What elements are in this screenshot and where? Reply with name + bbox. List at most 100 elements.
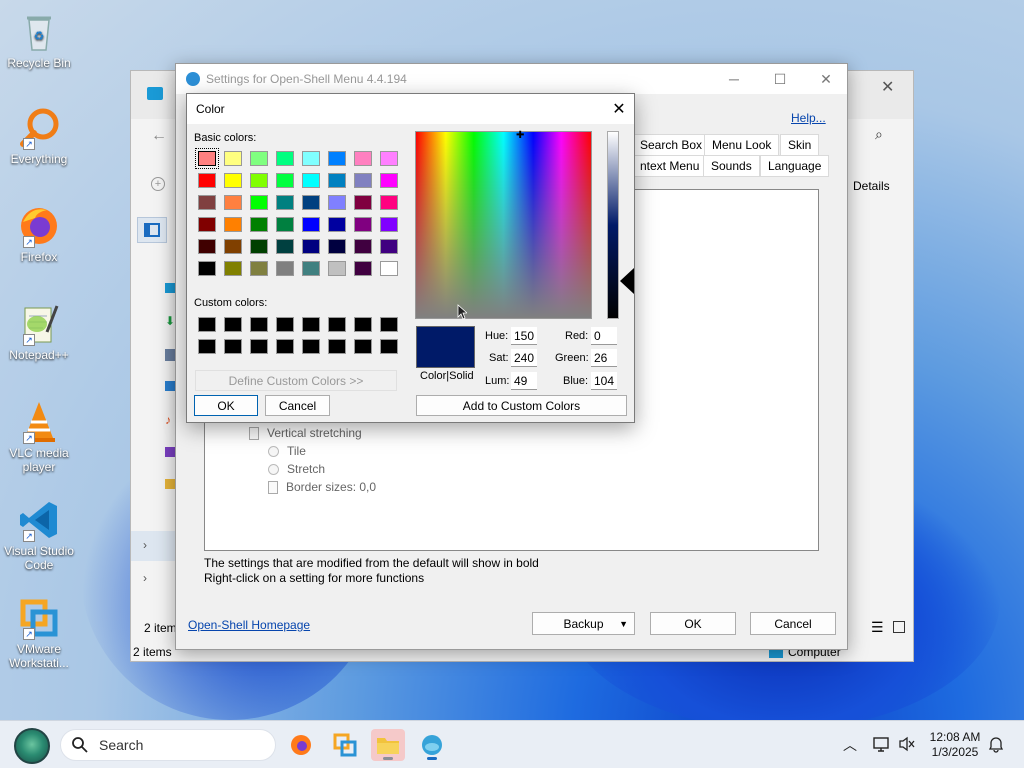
basic-color-swatch[interactable] — [354, 239, 372, 254]
hue-input[interactable]: 150 — [511, 327, 537, 345]
basic-color-swatch[interactable] — [276, 151, 294, 166]
settings-ok-button[interactable]: OK — [650, 612, 736, 635]
add-to-custom-colors-button[interactable]: Add to Custom Colors — [416, 395, 627, 416]
basic-color-swatch[interactable] — [302, 261, 320, 276]
new-item-icon[interactable]: + — [151, 177, 165, 191]
basic-color-swatch[interactable] — [328, 173, 346, 188]
define-custom-colors-button[interactable]: Define Custom Colors >> — [195, 370, 397, 391]
basic-color-swatch[interactable] — [250, 173, 268, 188]
basic-color-swatch[interactable] — [380, 195, 398, 210]
custom-color-swatch[interactable] — [328, 339, 346, 354]
stretch-radio[interactable] — [268, 463, 279, 475]
basic-color-swatch[interactable] — [354, 217, 372, 232]
tiles-view-icon[interactable] — [893, 621, 905, 633]
desktop-icon-vlc[interactable]: ↗ VLC media player — [4, 400, 74, 474]
system-clock[interactable]: 12:08 AM 1/3/2025 — [920, 730, 990, 760]
basic-color-swatch[interactable] — [302, 151, 320, 166]
sat-input[interactable]: 240 — [511, 349, 537, 367]
basic-color-swatch[interactable] — [276, 239, 294, 254]
border-sizes-item[interactable]: Border sizes: 0,0 — [268, 480, 376, 494]
custom-color-swatch[interactable] — [380, 317, 398, 332]
tab-menu-look[interactable]: Menu Look — [704, 134, 780, 156]
tile-radio[interactable] — [268, 445, 279, 457]
open-shell-homepage-link[interactable]: Open-Shell Homepage — [188, 618, 310, 632]
custom-color-swatch[interactable] — [302, 317, 320, 332]
luminosity-slider[interactable] — [607, 131, 619, 319]
basic-color-swatch[interactable] — [224, 261, 242, 276]
taskbar-firefox[interactable] — [284, 729, 318, 761]
taskbar-search[interactable]: Search — [60, 729, 276, 761]
lum-input[interactable]: 49 — [511, 372, 537, 390]
green-input[interactable]: 26 — [591, 349, 617, 367]
custom-color-swatch[interactable] — [276, 339, 294, 354]
basic-color-swatch[interactable] — [198, 173, 216, 188]
taskbar-open-shell[interactable] — [415, 729, 449, 761]
color-spectrum[interactable]: ✚ — [415, 130, 592, 319]
basic-color-swatch[interactable] — [328, 151, 346, 166]
basic-color-swatch[interactable] — [276, 195, 294, 210]
backup-button[interactable]: Backup ▼ — [532, 612, 635, 635]
basic-color-swatch[interactable] — [250, 195, 268, 210]
basic-color-swatch[interactable] — [224, 151, 242, 166]
this-pc-row[interactable]: › — [131, 531, 175, 561]
red-input[interactable]: 0 — [591, 327, 617, 345]
explorer-search-icon[interactable]: ⌕ — [875, 126, 883, 143]
tab-sounds[interactable]: Sounds — [703, 155, 760, 177]
details-button[interactable]: Details — [853, 179, 890, 193]
basic-color-swatch[interactable] — [276, 217, 294, 232]
stretch-option[interactable]: Stretch — [268, 462, 325, 476]
basic-color-swatch[interactable] — [224, 195, 242, 210]
desktop-icon-firefox[interactable]: ↗ Firefox — [4, 204, 74, 264]
basic-color-swatch[interactable] — [328, 261, 346, 276]
basic-color-swatch[interactable] — [328, 239, 346, 254]
basic-color-swatch[interactable] — [276, 173, 294, 188]
custom-color-swatch[interactable] — [276, 317, 294, 332]
desktop-icon-recycle-bin[interactable]: ♻ Recycle Bin — [4, 10, 74, 70]
custom-color-swatch[interactable] — [328, 317, 346, 332]
desktop-icon-vmware[interactable]: ↗ VMware Workstati... — [4, 596, 74, 670]
color-cancel-button[interactable]: Cancel — [265, 395, 330, 416]
start-button[interactable] — [14, 728, 50, 764]
minimize-icon[interactable]: ─ — [711, 64, 757, 94]
expand-chevron-icon[interactable]: › — [143, 571, 147, 585]
color-ok-button[interactable]: OK — [194, 395, 258, 416]
basic-color-swatch[interactable] — [354, 173, 372, 188]
luminosity-arrow-icon[interactable] — [620, 268, 634, 294]
basic-color-swatch[interactable] — [380, 261, 398, 276]
help-link[interactable]: Help... — [791, 111, 826, 125]
basic-color-swatch[interactable] — [354, 261, 372, 276]
basic-color-swatch[interactable] — [380, 239, 398, 254]
close-icon[interactable]: ✕ — [803, 64, 849, 94]
basic-color-swatch[interactable] — [224, 217, 242, 232]
custom-color-swatch[interactable] — [224, 317, 242, 332]
basic-color-swatch[interactable] — [328, 195, 346, 210]
custom-color-swatch[interactable] — [380, 339, 398, 354]
tab-skin[interactable]: Skin — [780, 134, 820, 156]
basic-color-swatch[interactable] — [328, 217, 346, 232]
desktop-icon-notepadpp[interactable]: ↗ Notepad++ — [4, 302, 74, 362]
volume-muted-icon[interactable] — [898, 736, 916, 752]
dialog-close-icon[interactable]: ✕ — [604, 94, 634, 124]
basic-color-swatch[interactable] — [302, 173, 320, 188]
basic-color-swatch[interactable] — [198, 195, 216, 210]
basic-color-swatch[interactable] — [250, 217, 268, 232]
basic-color-swatch[interactable] — [354, 151, 372, 166]
basic-color-swatch[interactable] — [224, 173, 242, 188]
tile-option[interactable]: Tile — [268, 444, 306, 458]
basic-color-swatch[interactable] — [380, 151, 398, 166]
tab-language[interactable]: Language — [760, 155, 830, 177]
back-arrow-icon[interactable]: ← — [151, 127, 167, 145]
basic-color-swatch[interactable] — [250, 261, 268, 276]
vertical-stretching-item[interactable]: Vertical stretching — [249, 426, 362, 440]
tab-search-box[interactable]: Search Box — [632, 134, 711, 156]
basic-color-swatch[interactable] — [354, 195, 372, 210]
desktop-icon-everything[interactable]: ↗ Everything — [4, 106, 74, 166]
custom-color-swatch[interactable] — [354, 339, 372, 354]
tab-context-menu[interactable]: ntext Menu — [632, 155, 708, 177]
basic-color-swatch[interactable] — [380, 173, 398, 188]
basic-color-swatch[interactable] — [250, 239, 268, 254]
basic-color-swatch[interactable] — [380, 217, 398, 232]
basic-color-swatch[interactable] — [198, 239, 216, 254]
show-hidden-icons-chevron[interactable]: ︿ — [843, 735, 857, 755]
basic-color-swatch[interactable] — [195, 148, 219, 169]
